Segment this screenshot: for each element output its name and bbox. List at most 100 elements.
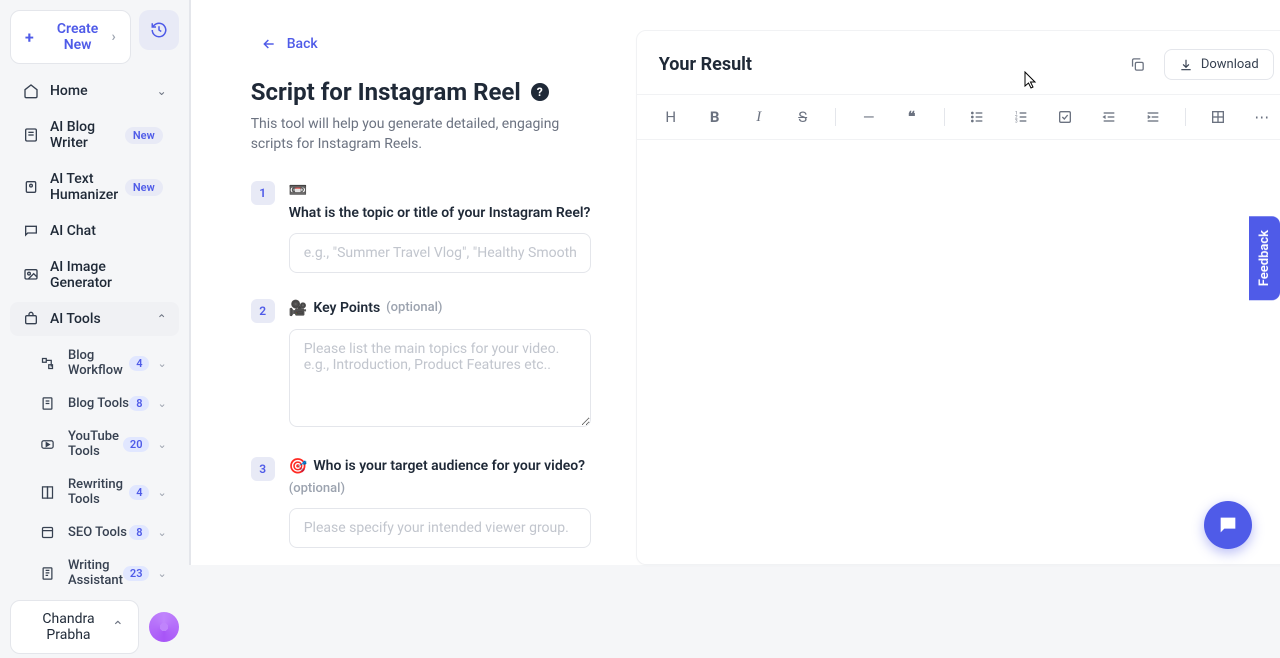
strikethrough-button[interactable]: S <box>791 105 815 129</box>
field-emoji-icon: 🎯 <box>289 457 308 475</box>
user-row: Chandra Prabha ⌃ <box>10 596 179 658</box>
field-keypoints: 2 🎥 Key Points (optional) <box>251 299 591 431</box>
field-number: 2 <box>251 299 275 323</box>
result-title: Your Result <box>659 54 752 75</box>
blog-tools-icon <box>40 396 58 411</box>
sub-nav: Blog Workflow 4 ⌄ Blog Tools 8 ⌄ YouTube… <box>10 340 179 596</box>
arrow-left-icon <box>261 36 277 52</box>
chevron-down-icon: ⌄ <box>157 397 166 410</box>
field-emoji-icon: 🎥 <box>289 299 308 317</box>
toolbar-separator <box>1185 108 1186 126</box>
user-name: Chandra Prabha <box>25 611 112 643</box>
bullet-list-icon <box>969 109 985 125</box>
feedback-tab[interactable]: Feedback <box>1249 216 1280 300</box>
table-button[interactable] <box>1206 105 1230 129</box>
sub-item-blog-tools[interactable]: Blog Tools 8 ⌄ <box>28 388 179 419</box>
page-title: Script for Instagram Reel ? <box>251 78 591 106</box>
tools-icon <box>22 311 40 327</box>
chevron-right-icon: › <box>111 29 115 45</box>
outdent-icon <box>1101 109 1117 125</box>
field-label: 📼 What is the topic or title of your Ins… <box>289 181 591 221</box>
ordered-list-button[interactable]: 123 <box>1009 105 1033 129</box>
image-icon <box>22 267 40 283</box>
heading-button[interactable]: H <box>659 105 683 129</box>
horizontal-rule-button[interactable]: — <box>856 105 880 129</box>
chevron-down-icon: ⌄ <box>157 438 166 451</box>
sub-label: Blog Workflow <box>68 348 129 378</box>
new-badge: New <box>125 179 163 196</box>
home-icon <box>22 83 40 99</box>
editor-toolbar: H B I S — ❝ 123 ⋯ <box>637 94 1280 140</box>
plus-icon: + <box>25 28 34 47</box>
field-number: 3 <box>251 457 275 481</box>
nav-label: Home <box>50 83 157 99</box>
count-badge: 8 <box>129 525 149 540</box>
toolbar-separator <box>944 108 945 126</box>
copy-button[interactable] <box>1125 52 1150 77</box>
youtube-icon <box>40 437 58 452</box>
avatar[interactable] <box>149 612 179 642</box>
outdent-button[interactable] <box>1097 105 1121 129</box>
nav-label: AI Blog Writer <box>50 119 125 151</box>
chat-fab[interactable] <box>1204 501 1252 549</box>
sub-item-blog-workflow[interactable]: Blog Workflow 4 ⌄ <box>28 340 179 386</box>
italic-button[interactable]: I <box>747 105 771 129</box>
nav-item-ai-tools[interactable]: AI Tools ⌃ <box>10 302 179 336</box>
download-button[interactable]: Download <box>1164 49 1274 80</box>
sub-label: Blog Tools <box>68 396 129 411</box>
field-number: 1 <box>251 181 275 205</box>
rewriting-icon <box>40 485 58 500</box>
seo-icon <box>40 525 58 540</box>
nav-item-blog-writer[interactable]: AI Blog Writer New <box>10 110 179 160</box>
chevron-down-icon: ⌄ <box>157 357 166 370</box>
topic-input[interactable] <box>289 233 591 273</box>
chevron-down-icon: ⌄ <box>157 486 166 499</box>
bold-button[interactable]: B <box>703 105 727 129</box>
writing-icon <box>40 566 58 581</box>
sidebar: + Create New › Home ⌄ AI Blog Writer New <box>0 0 191 565</box>
sub-item-rewriting-tools[interactable]: Rewriting Tools 4 ⌄ <box>28 469 179 515</box>
back-button[interactable]: Back <box>251 30 328 58</box>
chevron-up-icon: ⌃ <box>157 312 167 326</box>
download-icon <box>1179 58 1193 72</box>
page-description: This tool will help you generate detaile… <box>251 114 591 155</box>
field-label: 🎯 Who is your target audience for your v… <box>289 457 591 496</box>
more-button[interactable]: ⋯ <box>1250 105 1274 129</box>
blog-icon <box>22 127 40 143</box>
create-new-button[interactable]: + Create New › <box>10 10 131 64</box>
table-icon <box>1210 109 1226 125</box>
checklist-icon <box>1057 109 1073 125</box>
user-menu-button[interactable]: Chandra Prabha ⌃ <box>10 600 139 654</box>
sub-item-seo-tools[interactable]: SEO Tools 8 ⌄ <box>28 517 179 548</box>
checklist-button[interactable] <box>1053 105 1077 129</box>
nav-label: AI Chat <box>50 223 167 239</box>
sub-label: SEO Tools <box>68 525 129 540</box>
nav-label: AI Image Generator <box>50 259 167 291</box>
chat-bubble-icon <box>1217 514 1239 536</box>
bullet-list-button[interactable] <box>965 105 989 129</box>
indent-button[interactable] <box>1141 105 1165 129</box>
sub-item-writing-assistant[interactable]: Writing Assistant 23 ⌄ <box>28 550 179 596</box>
help-icon[interactable]: ? <box>531 83 549 101</box>
sub-label: Writing Assistant <box>68 558 123 588</box>
nav-item-humanizer[interactable]: AI Text Humanizer New <box>10 162 179 212</box>
nav-item-chat[interactable]: AI Chat <box>10 214 179 248</box>
nav-item-home[interactable]: Home ⌄ <box>10 74 179 108</box>
count-badge: 23 <box>123 566 150 581</box>
sub-item-youtube-tools[interactable]: YouTube Tools 20 ⌄ <box>28 421 179 467</box>
humanizer-icon <box>22 179 40 195</box>
keypoints-textarea[interactable] <box>289 329 591 427</box>
nav-label: AI Text Humanizer <box>50 171 125 203</box>
audience-input[interactable] <box>289 508 591 548</box>
indent-icon <box>1145 109 1161 125</box>
blockquote-button[interactable]: ❝ <box>900 105 924 129</box>
nav-item-image-gen[interactable]: AI Image Generator <box>10 250 179 300</box>
new-badge: New <box>125 127 163 144</box>
field-label: 🎥 Key Points (optional) <box>289 299 591 317</box>
result-box: Your Result Download H B I <box>636 30 1280 565</box>
chevron-up-icon: ⌃ <box>112 619 124 635</box>
history-button[interactable] <box>139 10 179 50</box>
sub-label: Rewriting Tools <box>68 477 129 507</box>
count-badge: 4 <box>129 356 149 371</box>
sub-label: YouTube Tools <box>68 429 123 459</box>
